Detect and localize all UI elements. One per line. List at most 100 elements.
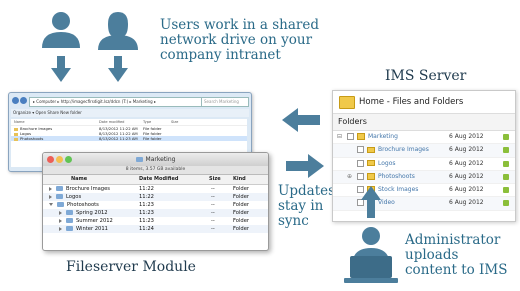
forward-icon[interactable] (20, 97, 27, 104)
search-input[interactable]: Search Marketing (201, 97, 249, 107)
user-female-icon (98, 12, 138, 50)
sync-arrows (282, 108, 324, 178)
item-date: 11:22 (139, 194, 154, 200)
minimize-icon[interactable] (56, 156, 63, 163)
item-name[interactable]: Marketing (368, 133, 398, 140)
folders-title: Folders (333, 114, 515, 131)
back-icon[interactable] (12, 97, 19, 104)
item-date: 6 Aug 2012 (449, 146, 484, 154)
down-arrow-icon (51, 56, 71, 82)
item-kind: Folder (233, 202, 250, 208)
item-kind: Folder (233, 186, 250, 192)
checkbox[interactable] (357, 146, 364, 154)
edit-icon[interactable] (503, 160, 509, 167)
finder-titlebar: Marketing (43, 153, 268, 166)
item-name[interactable]: Logos (378, 160, 396, 167)
column-header[interactable]: Name (71, 175, 87, 184)
item-name: Summer 2012 (76, 218, 113, 224)
disclosure-triangle-icon[interactable] (59, 210, 62, 215)
admin-caption: Administrator uploads content to IMS (405, 233, 507, 278)
ims-header-title: Home - Files and Folders (359, 97, 464, 107)
explorer-toolbar[interactable]: Organize ▾ Open Share New folder (11, 109, 249, 117)
item-size: -- (211, 218, 215, 224)
folder-icon (66, 218, 73, 223)
item-name[interactable]: Brochure Images (378, 146, 429, 153)
finder-title: Marketing (145, 156, 176, 163)
edit-icon[interactable] (503, 200, 509, 207)
folder-icon (357, 133, 365, 140)
folder-icon (367, 146, 375, 154)
column-header[interactable]: Size (171, 119, 178, 125)
list-item[interactable]: ⊟ Marketing 6 Aug 2012 (333, 131, 515, 145)
list-item[interactable]: Spring 2012 11:23 -- Folder (43, 209, 268, 217)
down-arrow-icon (108, 56, 128, 82)
users-caption-line: network drive on your (160, 32, 313, 48)
list-item[interactable]: Logos 11:22 -- Folder (43, 193, 268, 201)
column-header[interactable]: Date Modified (139, 175, 178, 184)
item-kind: Folder (233, 194, 250, 200)
item-date: 6 Aug 2012 (449, 172, 484, 180)
edit-icon[interactable] (503, 173, 509, 180)
checkbox[interactable] (357, 159, 364, 167)
item-date: 6 Aug 2012 (449, 186, 484, 194)
column-header[interactable]: Name (14, 119, 25, 125)
item-kind: Folder (233, 210, 250, 216)
item-name[interactable]: Photoshoots (378, 173, 415, 180)
column-header[interactable]: Date modified (99, 119, 124, 125)
disclosure-triangle-icon[interactable] (49, 194, 52, 199)
edit-icon[interactable] (503, 134, 509, 140)
column-header-row: Name Date Modified Size Kind (43, 175, 268, 185)
folder-icon (57, 202, 64, 207)
item-name: Winter 2011 (76, 226, 108, 232)
list-item[interactable]: Photoshoots 8/13/2012 11:23 AM File fold… (11, 136, 247, 141)
zoom-icon[interactable] (65, 156, 72, 163)
address-bar[interactable]: ▸ Computer ▸ http://imagecflrsdigit.lsz/… (29, 97, 202, 107)
admin-graphic (344, 186, 398, 283)
admin-caption-line: content to IMS (405, 262, 508, 278)
finder-file-list: Brochure Images 11:22 -- Folder Logos 11… (43, 185, 268, 233)
item-date: 11:22 (139, 186, 154, 192)
checkbox[interactable] (357, 172, 364, 180)
edit-icon[interactable] (503, 147, 509, 154)
users-caption-line: company intranet (160, 47, 281, 63)
ims-server-label: IMS Server (385, 68, 467, 84)
list-item[interactable]: Logos 6 Aug 2012 (333, 158, 515, 171)
column-header[interactable]: Size (209, 175, 221, 184)
list-item[interactable]: Summer 2012 11:23 -- Folder (43, 217, 268, 225)
folder-icon (367, 173, 375, 180)
right-arrow-icon (286, 154, 324, 178)
list-item[interactable]: ⊕ Photoshoots 6 Aug 2012 (333, 170, 515, 185)
checkbox[interactable] (347, 133, 354, 140)
column-header[interactable]: Kind (233, 175, 246, 184)
ims-header: Home - Files and Folders (333, 91, 515, 114)
expand-icon[interactable]: ⊕ (347, 171, 352, 183)
collapse-icon[interactable]: ⊟ (337, 131, 342, 143)
folder-icon (56, 186, 63, 191)
list-item[interactable]: Winter 2011 11:24 -- Folder (43, 225, 268, 233)
folder-icon (339, 96, 355, 109)
list-item[interactable]: Brochure Images 6 Aug 2012 (333, 144, 515, 158)
item-name: Spring 2012 (76, 210, 108, 216)
list-item[interactable]: Photoshoots 11:23 -- Folder (43, 201, 268, 209)
item-size: -- (211, 194, 215, 200)
item-name: Brochure Images (66, 186, 110, 192)
item-kind: Folder (233, 218, 250, 224)
users-icons (42, 12, 138, 82)
disclosure-triangle-icon[interactable] (59, 218, 62, 223)
user-icon (42, 12, 80, 48)
sync-caption-line: sync (278, 213, 309, 229)
disclosure-triangle-icon[interactable] (49, 186, 52, 191)
sync-caption-line: stay in (278, 198, 324, 214)
mac-finder-window: Marketing 8 items, 3.57 GB available Nam… (42, 152, 269, 251)
admin-caption-line: Administrator (405, 232, 501, 248)
disclosure-triangle-icon[interactable] (59, 226, 62, 231)
close-icon[interactable] (47, 156, 54, 163)
disclosure-triangle-icon[interactable] (49, 203, 53, 206)
list-item[interactable]: Brochure Images 11:22 -- Folder (43, 185, 268, 193)
item-size: -- (211, 226, 215, 232)
edit-icon[interactable] (503, 187, 509, 194)
fileserver-module-label: Fileserver Module (66, 259, 196, 275)
item-size: -- (211, 210, 215, 216)
admin-caption-line: uploads (405, 247, 459, 263)
column-header[interactable]: Type (143, 119, 151, 125)
